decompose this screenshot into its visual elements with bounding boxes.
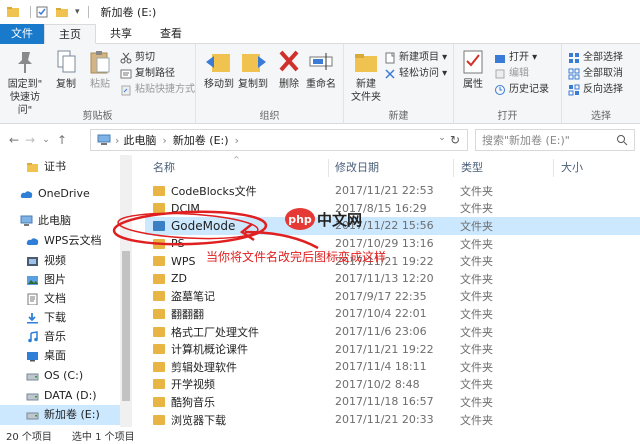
php-logo-badge: php — [285, 208, 315, 230]
watermark-logo: php 中文网 — [285, 208, 362, 230]
php-logo-text: 中文网 — [317, 210, 363, 229]
annotation-text: 当你将文件名改完后图标变成这样 — [206, 250, 387, 264]
